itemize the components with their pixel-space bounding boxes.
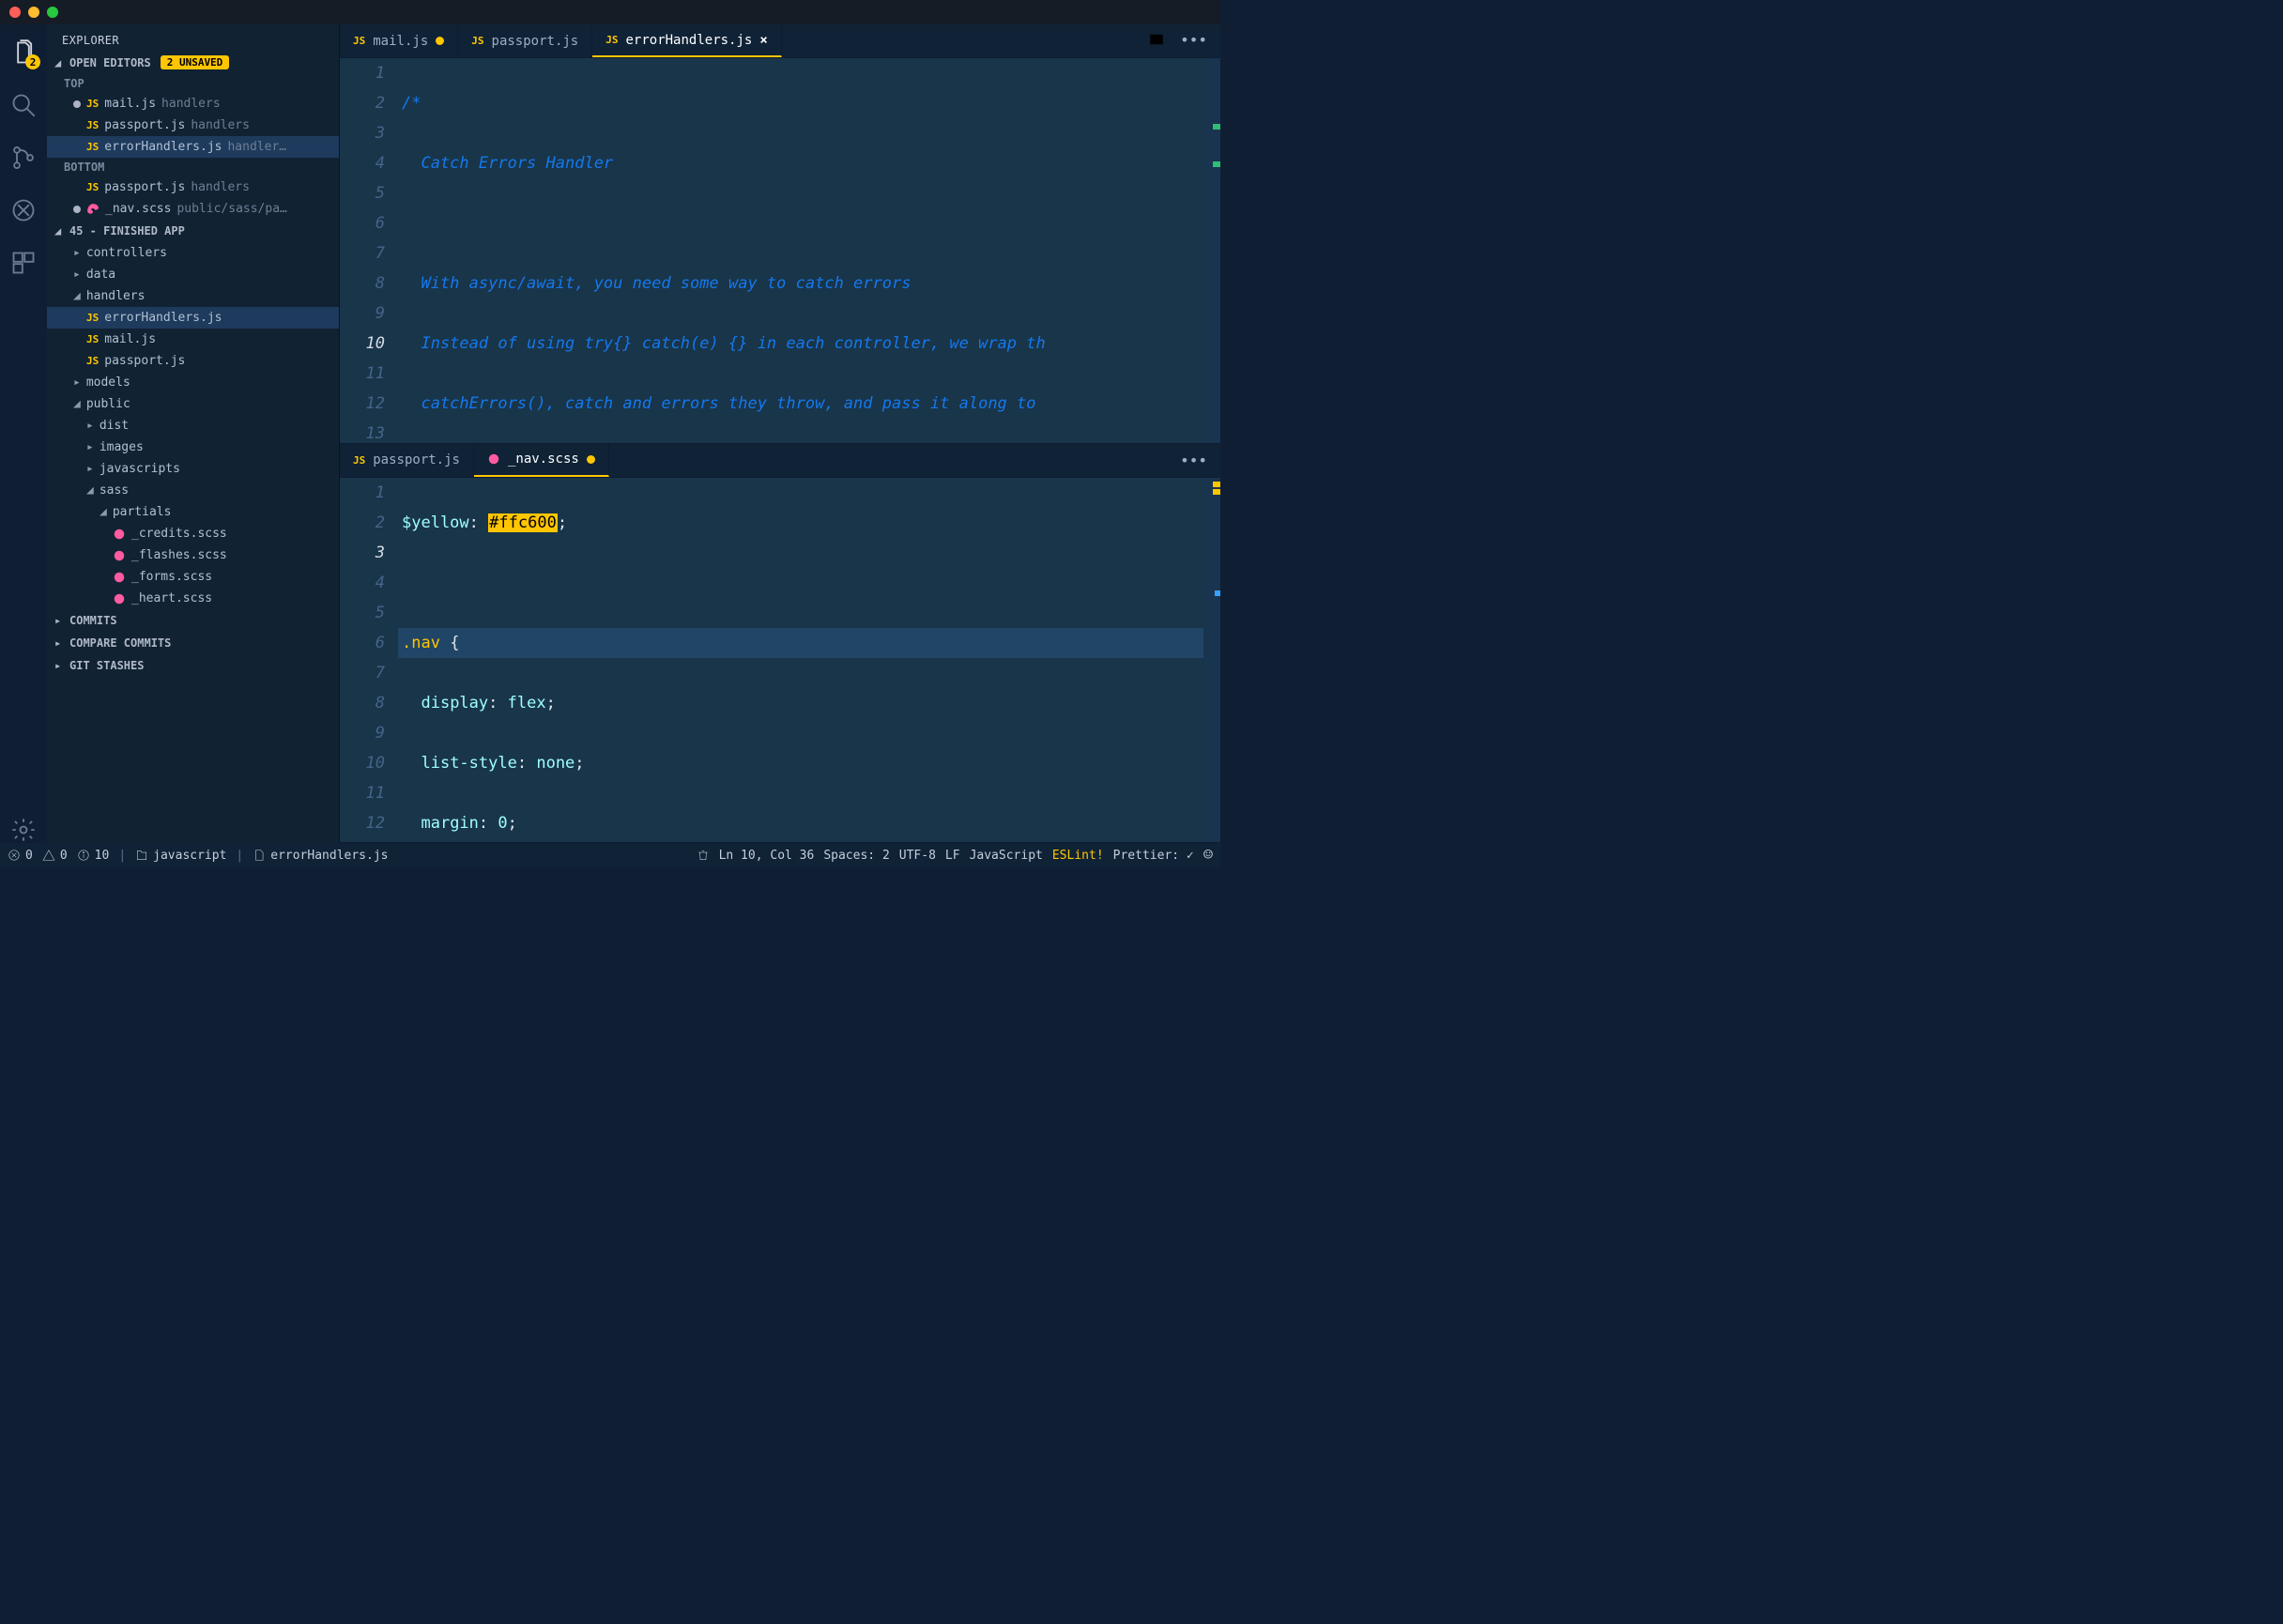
file-mail[interactable]: JSmail.js (47, 329, 339, 350)
status-eol[interactable]: LF (945, 849, 960, 863)
open-editor-errorhandlers[interactable]: JS errorHandlers.js handler… (47, 136, 339, 158)
open-editor-mail[interactable]: JS mail.js handlers (47, 93, 339, 115)
modified-badge: 2 (25, 54, 40, 69)
editor-tabs-bottom: JSpassport.js _nav.scss ••• (340, 444, 1220, 478)
split-editor-icon[interactable] (1148, 31, 1165, 52)
folder-images[interactable]: ▸images (47, 437, 339, 458)
dirty-indicator-icon (73, 206, 81, 213)
zoom-window-button[interactable] (47, 7, 58, 18)
minimap[interactable] (1203, 478, 1220, 842)
window-titlebar (0, 0, 1220, 24)
close-icon[interactable]: × (759, 33, 767, 48)
editor-content-top[interactable]: 12345678910111213 /* Catch Errors Handle… (340, 58, 1220, 443)
explorer-sidebar: EXPLORER ◢ OPEN EDITORS 2 UNSAVED TOP JS… (47, 24, 340, 843)
scm-icon[interactable] (10, 145, 37, 171)
status-warnings[interactable]: 0 (42, 849, 68, 863)
minimize-window-button[interactable] (28, 7, 39, 18)
status-spaces[interactable]: Spaces: 2 (823, 849, 889, 863)
settings-gear-icon[interactable] (10, 817, 37, 843)
status-filename[interactable]: errorHandlers.js (253, 849, 388, 863)
status-info[interactable]: 10 (77, 849, 110, 863)
file-forms-scss[interactable]: _forms.scss (47, 566, 339, 588)
folder-models[interactable]: ▸models (47, 372, 339, 393)
folder-partials[interactable]: ◢partials (47, 501, 339, 523)
open-editor-passport[interactable]: JS passport.js handlers (47, 115, 339, 136)
editor-tabs-top: JSmail.js JSpassport.js JSerrorHandlers.… (340, 24, 1220, 58)
line-gutter: 12345678910111213 (340, 58, 398, 443)
status-trash-icon[interactable] (697, 849, 710, 862)
editor-group-bottom-label: BOTTOM (47, 158, 339, 176)
folder-data[interactable]: ▸data (47, 264, 339, 285)
editor-area: JSmail.js JSpassport.js JSerrorHandlers.… (340, 24, 1220, 843)
sidebar-title: EXPLORER (47, 24, 339, 51)
statusbar: 0 0 10 | javascript | errorHandlers.js L… (0, 843, 1220, 867)
folder-public[interactable]: ◢public (47, 393, 339, 415)
more-actions-icon[interactable]: ••• (1180, 452, 1207, 469)
tab-errorhandlers[interactable]: JSerrorHandlers.js× (592, 24, 782, 57)
file-credits-scss[interactable]: _credits.scss (47, 523, 339, 544)
status-eslint[interactable]: ESLint! (1052, 849, 1104, 863)
debug-icon[interactable] (10, 197, 37, 223)
compare-commits-section[interactable]: ▸COMPARE COMMITS (47, 632, 339, 654)
search-icon[interactable] (10, 92, 37, 118)
explorer-icon[interactable]: 2 (10, 39, 37, 66)
tab-passport[interactable]: JSpassport.js (458, 24, 592, 57)
line-gutter: 123456789101112 (340, 478, 398, 842)
close-window-button[interactable] (9, 7, 21, 18)
commits-section[interactable]: ▸COMMITS (47, 609, 339, 632)
status-scope[interactable]: javascript (135, 849, 226, 863)
file-flashes-scss[interactable]: _flashes.scss (47, 544, 339, 566)
unsaved-count-badge: 2 UNSAVED (161, 55, 230, 69)
activity-bar: 2 (0, 24, 47, 843)
editor-content-bottom[interactable]: 123456789101112 $yellow: #ffc600; .nav {… (340, 478, 1220, 842)
status-feedback-icon[interactable]: ☺ (1203, 846, 1213, 865)
status-errors[interactable]: 0 (8, 849, 33, 863)
tab-mail[interactable]: JSmail.js (340, 24, 458, 57)
tab-nav-scss[interactable]: _nav.scss (474, 444, 609, 477)
tab-passport-b[interactable]: JSpassport.js (340, 444, 474, 477)
extensions-icon[interactable] (10, 250, 37, 276)
git-stashes-section[interactable]: ▸GIT STASHES (47, 654, 339, 677)
open-editors-header[interactable]: ◢ OPEN EDITORS 2 UNSAVED (47, 51, 339, 74)
folder-handlers[interactable]: ◢handlers (47, 285, 339, 307)
open-editor-passport-2[interactable]: JS passport.js handlers (47, 176, 339, 198)
dirty-indicator-icon (73, 100, 81, 108)
dirty-dot-icon (436, 37, 444, 45)
dirty-dot-icon (587, 455, 595, 464)
file-heart-scss[interactable]: _heart.scss (47, 588, 339, 609)
status-lncol[interactable]: Ln 10, Col 36 (719, 849, 815, 863)
status-encoding[interactable]: UTF-8 (899, 849, 936, 863)
more-actions-icon[interactable]: ••• (1180, 31, 1207, 52)
folder-sass[interactable]: ◢sass (47, 480, 339, 501)
status-language[interactable]: JavaScript (970, 849, 1043, 863)
editor-group-top-label: TOP (47, 74, 339, 93)
file-passport[interactable]: JSpassport.js (47, 350, 339, 372)
minimap[interactable] (1203, 58, 1220, 443)
project-header[interactable]: ◢ 45 - FINISHED APP (47, 220, 339, 242)
folder-dist[interactable]: ▸dist (47, 415, 339, 437)
status-prettier[interactable]: Prettier: ✓ (1113, 849, 1194, 863)
file-errorhandlers[interactable]: JSerrorHandlers.js (47, 307, 339, 329)
open-editor-nav-scss[interactable]: _nav.scss public/sass/pa… (47, 198, 339, 220)
folder-javascripts[interactable]: ▸javascripts (47, 458, 339, 480)
folder-controllers[interactable]: ▸controllers (47, 242, 339, 264)
